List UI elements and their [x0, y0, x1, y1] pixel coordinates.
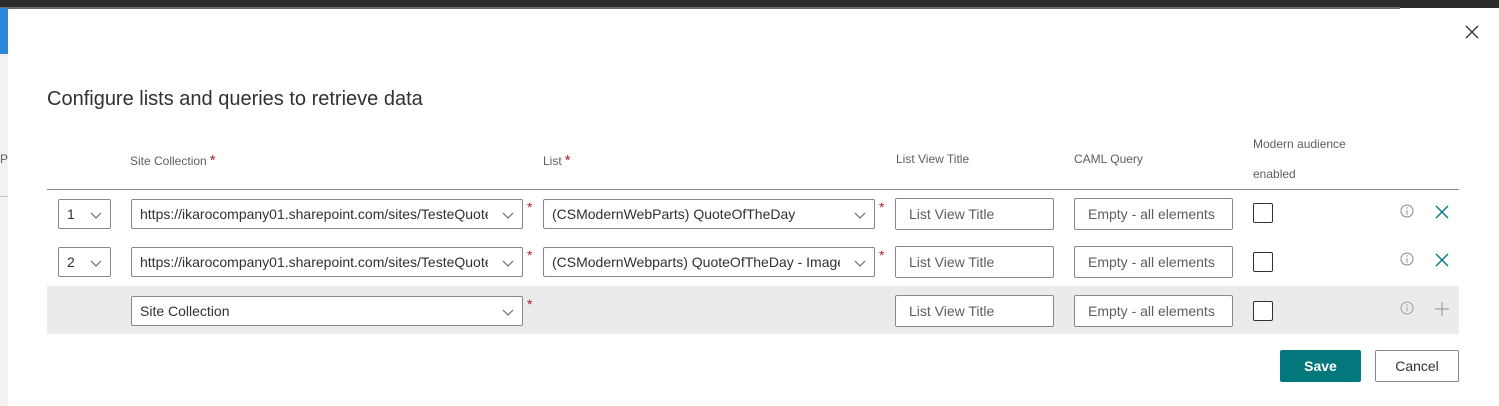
row-2-modern-audience-checkbox[interactable] [1253, 252, 1273, 272]
required-mark: * [527, 199, 533, 215]
row-1-list-dropdown[interactable]: (CSModernWebParts) QuoteOfTheDay [543, 199, 875, 229]
row-1-site-collection-dropdown[interactable]: https://ikarocompany01.sharepoint.com/si… [131, 199, 523, 229]
save-button[interactable]: Save [1280, 350, 1361, 382]
required-mark: * [879, 199, 885, 215]
info-icon[interactable] [1400, 301, 1414, 315]
row-2-list-view-title-input[interactable]: List View Title [895, 246, 1054, 278]
required-mark: * [527, 296, 533, 312]
required-mark: * [879, 247, 885, 263]
background-page [0, 8, 8, 406]
header-list-view-title: List View Title [896, 152, 970, 166]
cancel-button[interactable]: Cancel [1375, 350, 1459, 382]
row-1-caml-query-input[interactable]: Empty - all elements [1074, 198, 1233, 230]
required-mark: * [527, 247, 533, 263]
chevron-down-icon [854, 212, 866, 219]
row-2-list-dropdown[interactable]: (CSModernWebparts) QuoteOfTheDay - Image… [543, 247, 875, 277]
row-1-modern-audience-checkbox[interactable] [1253, 203, 1273, 223]
required-mark: * [564, 152, 571, 169]
dialog-title: Configure lists and queries to retrieve … [47, 88, 423, 110]
chevron-down-icon [90, 260, 102, 267]
row-1-index-dropdown[interactable]: 1 [58, 199, 111, 229]
info-icon[interactable] [1400, 204, 1414, 218]
background-page-header [0, 8, 8, 54]
row-1-list-view-title-input[interactable]: List View Title [895, 198, 1054, 230]
window-top-divider [0, 7, 1400, 9]
background-page-divider [0, 196, 8, 197]
background-page-text: P [0, 152, 9, 166]
row-2-site-collection-dropdown[interactable]: https://ikarocompany01.sharepoint.com/si… [131, 247, 523, 277]
new-row-site-collection-dropdown[interactable]: Site Collection [131, 296, 523, 326]
header-list: List * [543, 152, 571, 169]
new-row-modern-audience-checkbox[interactable] [1253, 301, 1273, 321]
chevron-down-icon [854, 260, 866, 267]
new-row-list-view-title-input[interactable]: List View Title [895, 295, 1054, 327]
chevron-down-icon [502, 309, 514, 316]
required-mark: * [209, 152, 216, 169]
row-2-index-dropdown[interactable]: 2 [58, 247, 111, 277]
add-row-icon[interactable] [1434, 301, 1450, 317]
chevron-down-icon [502, 260, 514, 267]
header-site-collection: Site Collection * [130, 152, 216, 169]
new-row-caml-query-input[interactable]: Empty - all elements [1074, 295, 1233, 327]
header-modern-audience-enabled: enabled [1253, 167, 1296, 181]
chevron-down-icon [502, 212, 514, 219]
header-caml-query: CAML Query [1074, 152, 1143, 166]
chevron-down-icon [90, 212, 102, 219]
delete-row-1-icon[interactable] [1434, 204, 1450, 220]
close-icon[interactable] [1462, 22, 1482, 42]
row-2-caml-query-input[interactable]: Empty - all elements [1074, 246, 1233, 278]
header-modern-audience: Modern audience [1253, 137, 1346, 151]
delete-row-2-icon[interactable] [1434, 252, 1450, 268]
info-icon[interactable] [1400, 252, 1414, 266]
header-divider [47, 189, 1459, 190]
